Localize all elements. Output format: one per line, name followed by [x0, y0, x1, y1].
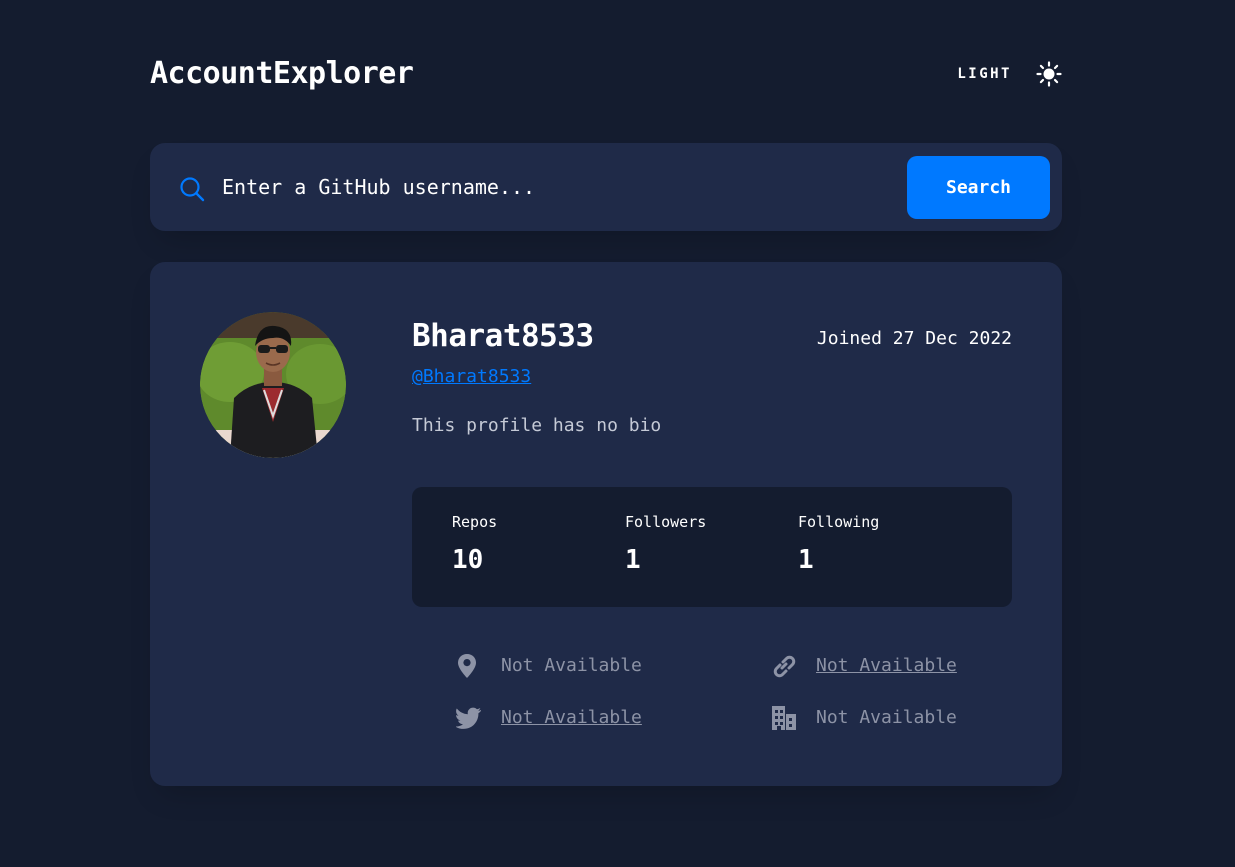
company-item: Not Available — [771, 702, 957, 734]
header: AccountExplorer LIGHT — [150, 52, 1062, 98]
sun-icon — [1036, 61, 1062, 87]
search-bar: Search — [150, 143, 1062, 231]
stats-panel: Repos 10 Followers 1 Following 1 — [412, 487, 1012, 607]
theme-toggle-button[interactable]: LIGHT — [957, 54, 1062, 94]
location-item: Not Available — [456, 650, 642, 682]
twitter-link[interactable]: Not Available — [501, 707, 642, 728]
twitter-item[interactable]: Not Available — [456, 702, 642, 734]
profile-card: Bharat8533 Joined 27 Dec 2022 @Bharat853… — [150, 262, 1062, 786]
app-title: AccountExplorer — [150, 56, 414, 91]
profile-name: Bharat8533 — [412, 318, 594, 354]
stat-label: Following — [798, 513, 880, 531]
stat-followers: Followers 1 — [625, 513, 785, 575]
stat-value: 1 — [625, 545, 641, 575]
theme-toggle-label: LIGHT — [957, 66, 1012, 82]
location-pin-icon — [458, 654, 476, 678]
search-input[interactable] — [222, 165, 882, 209]
twitter-icon — [456, 707, 481, 729]
avatar — [200, 312, 346, 458]
profile-login-link[interactable]: @Bharat8533 — [412, 366, 531, 387]
search-icon — [180, 177, 205, 202]
profile-links: Not Available Not Available Not Availabl… — [456, 644, 1016, 754]
company-text: Not Available — [816, 707, 957, 728]
stat-value: 10 — [452, 545, 484, 575]
link-icon — [773, 655, 796, 678]
stat-following: Following 1 — [798, 513, 958, 575]
search-button[interactable]: Search — [907, 156, 1050, 219]
stat-repos: Repos 10 — [452, 513, 612, 575]
location-text: Not Available — [501, 655, 642, 676]
stat-label: Repos — [452, 513, 498, 531]
website-item[interactable]: Not Available — [771, 650, 957, 682]
stat-value: 1 — [798, 545, 814, 575]
website-link[interactable]: Not Available — [816, 655, 957, 676]
stat-label: Followers — [625, 513, 707, 531]
building-icon — [772, 706, 796, 730]
profile-bio: This profile has no bio — [412, 415, 662, 436]
joined-date: Joined 27 Dec 2022 — [816, 328, 1012, 349]
